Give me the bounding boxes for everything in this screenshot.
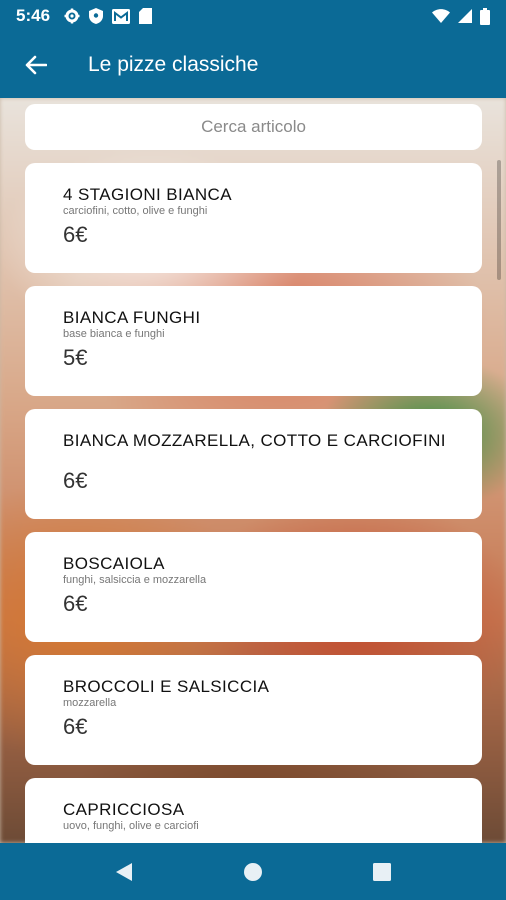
settings-icon [64,8,80,24]
circle-home-icon [243,862,262,881]
item-description: base bianca e funghi [63,328,165,340]
shield-icon [89,8,104,24]
back-button[interactable] [14,43,58,87]
item-description: mozzarella [63,697,117,709]
navigation-bar [0,843,506,900]
item-name: BOSCAIOLA [63,554,165,573]
item-price: 5€ [63,345,88,370]
battery-icon [480,7,490,25]
mail-icon [112,8,131,24]
menu-item-card[interactable]: BIANCA FUNGHI base bianca e funghi 5€ [25,286,482,396]
item-name: BIANCA FUNGHI [63,308,201,327]
sd-card-icon [139,8,153,24]
menu-item-card[interactable]: BROCCOLI E SALSICCIA mozzarella 6€ [25,655,482,765]
signal-icon [458,9,472,23]
item-description: funghi, salsiccia e mozzarella [63,574,207,586]
item-description: uovo, funghi, olive e carciofi [63,820,199,832]
scroll-indicator[interactable] [497,160,501,280]
item-name: BROCCOLI E SALSICCIA [63,677,270,696]
wifi-icon [432,9,450,23]
triangle-back-icon [116,862,133,881]
item-price: 6€ [63,468,88,493]
nav-back-button[interactable] [102,850,146,894]
item-price: 6€ [63,591,88,616]
nav-recents-button[interactable] [360,850,404,894]
menu-item-card[interactable]: 4 STAGIONI BIANCA carciofini, cotto, oli… [25,163,482,273]
menu-item-card[interactable]: CAPRICCIOSA uovo, funghi, olive e carcio… [25,778,482,843]
item-name: 4 STAGIONI BIANCA [63,185,232,204]
item-description [63,451,482,464]
item-name: CAPRICCIOSA [63,800,185,819]
menu-item-card[interactable]: BIANCA MOZZARELLA, COTTO E CARCIOFINI 6€ [25,409,482,519]
back-arrow-icon [25,55,47,75]
item-description: carciofini, cotto, olive e funghi [63,205,208,217]
page-title: Le pizze classiche [88,53,259,76]
item-name: BIANCA MOZZARELLA, COTTO E CARCIOFINI [63,431,446,450]
nav-home-button[interactable] [231,850,275,894]
menu-item-card[interactable]: BOSCAIOLA funghi, salsiccia e mozzarella… [25,532,482,642]
search-input[interactable] [25,104,482,150]
square-recents-icon [372,862,391,881]
app-bar: Le pizze classiche [0,32,506,98]
status-bar: 5:46 [0,0,506,32]
item-price: 6€ [63,222,88,247]
status-time: 5:46 [16,6,51,25]
item-price: 6€ [63,714,88,739]
